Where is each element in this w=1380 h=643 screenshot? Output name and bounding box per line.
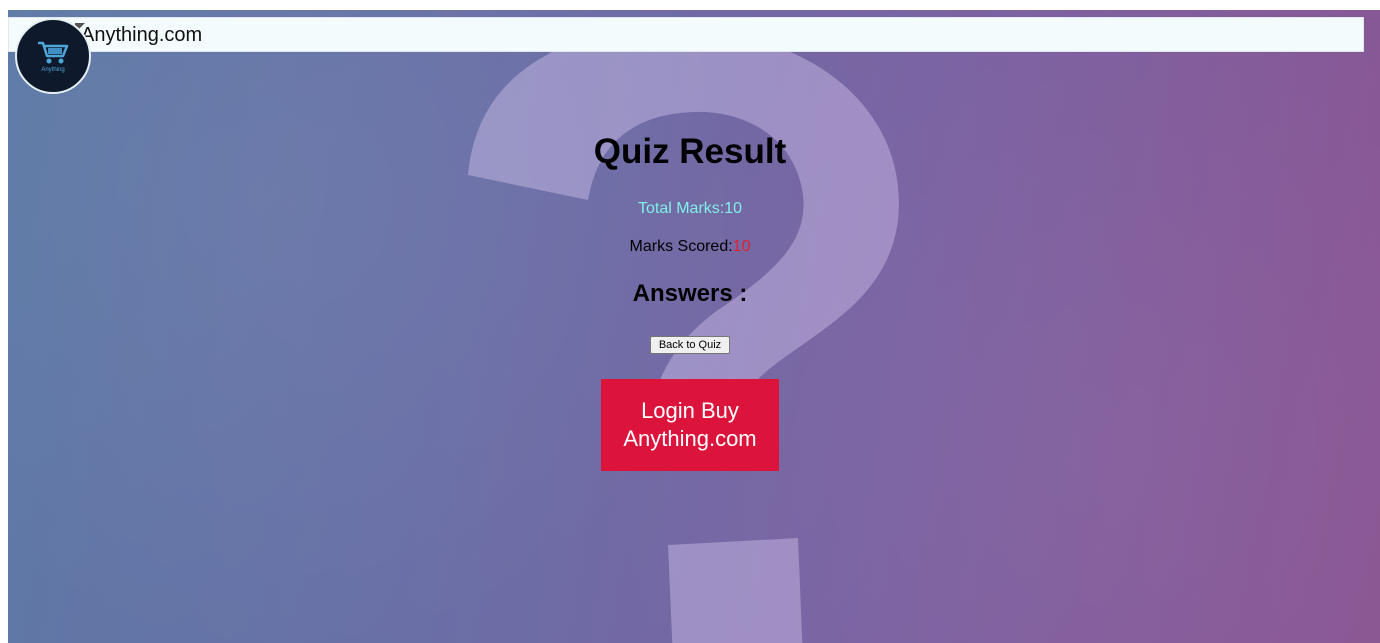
total-marks-value: 10 bbox=[724, 200, 743, 217]
question-mark-icon bbox=[468, 28, 899, 643]
marks-scored: Marks Scored:10 bbox=[8, 238, 1372, 256]
shopping-cart-icon bbox=[38, 41, 69, 63]
top-navbar: Anything.com bbox=[8, 17, 1364, 52]
marks-scored-value: 10 bbox=[732, 238, 751, 255]
brand-label[interactable]: Anything.com bbox=[81, 23, 202, 47]
answers-heading: Answers : bbox=[632, 280, 748, 307]
back-to-quiz-button[interactable]: Back to Quiz bbox=[650, 336, 730, 354]
total-marks-label: Total Marks: bbox=[637, 200, 725, 217]
marks-scored-label: Marks Scored: bbox=[629, 238, 733, 255]
login-buy-button[interactable]: Login Buy Anything.com bbox=[601, 379, 779, 471]
page-background: Anything.com Anything Quiz Result Total … bbox=[8, 10, 1380, 643]
site-logo[interactable]: Anything bbox=[15, 18, 91, 94]
page-title: Quiz Result bbox=[593, 132, 787, 171]
logo-text: Anything bbox=[41, 66, 65, 73]
total-marks: Total Marks:10 bbox=[8, 200, 1372, 218]
